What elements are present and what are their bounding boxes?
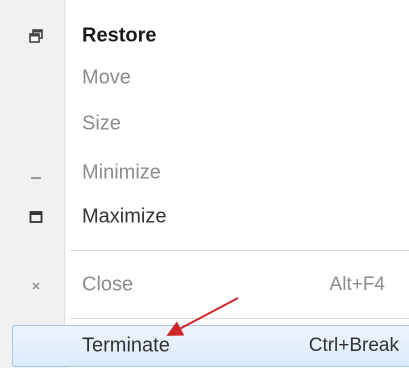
menu-item-label: Minimize [82,161,161,184]
menu-item-shortcut: Ctrl+Break [308,335,399,356]
menu-item-close[interactable]: Close Alt+F4 [0,265,409,305]
minimize-icon [28,165,44,181]
menu-item-label: Maximize [82,205,167,228]
close-icon [28,277,44,293]
menu-separator [70,318,409,319]
menu-item-size[interactable]: Size [0,104,409,144]
menu-item-maximize[interactable]: Maximize [0,197,409,237]
restore-icon [28,28,44,44]
menu-item-shortcut: Alt+F4 [329,274,385,295]
menu-item-label: Terminate [82,334,170,357]
menu-item-label: Restore [82,24,157,47]
menu-item-restore[interactable]: Restore [0,16,409,56]
menu-item-terminate[interactable]: Terminate Ctrl+Break [12,325,409,367]
maximize-icon [28,209,44,225]
window-system-menu: Restore Move Size Minimize Maximize Clos… [0,0,409,368]
menu-separator [70,250,409,251]
menu-item-label: Close [82,273,134,296]
menu-item-minimize[interactable]: Minimize [0,153,409,193]
menu-item-move[interactable]: Move [0,58,409,98]
menu-item-label: Size [82,112,121,135]
menu-item-label: Move [82,66,131,89]
